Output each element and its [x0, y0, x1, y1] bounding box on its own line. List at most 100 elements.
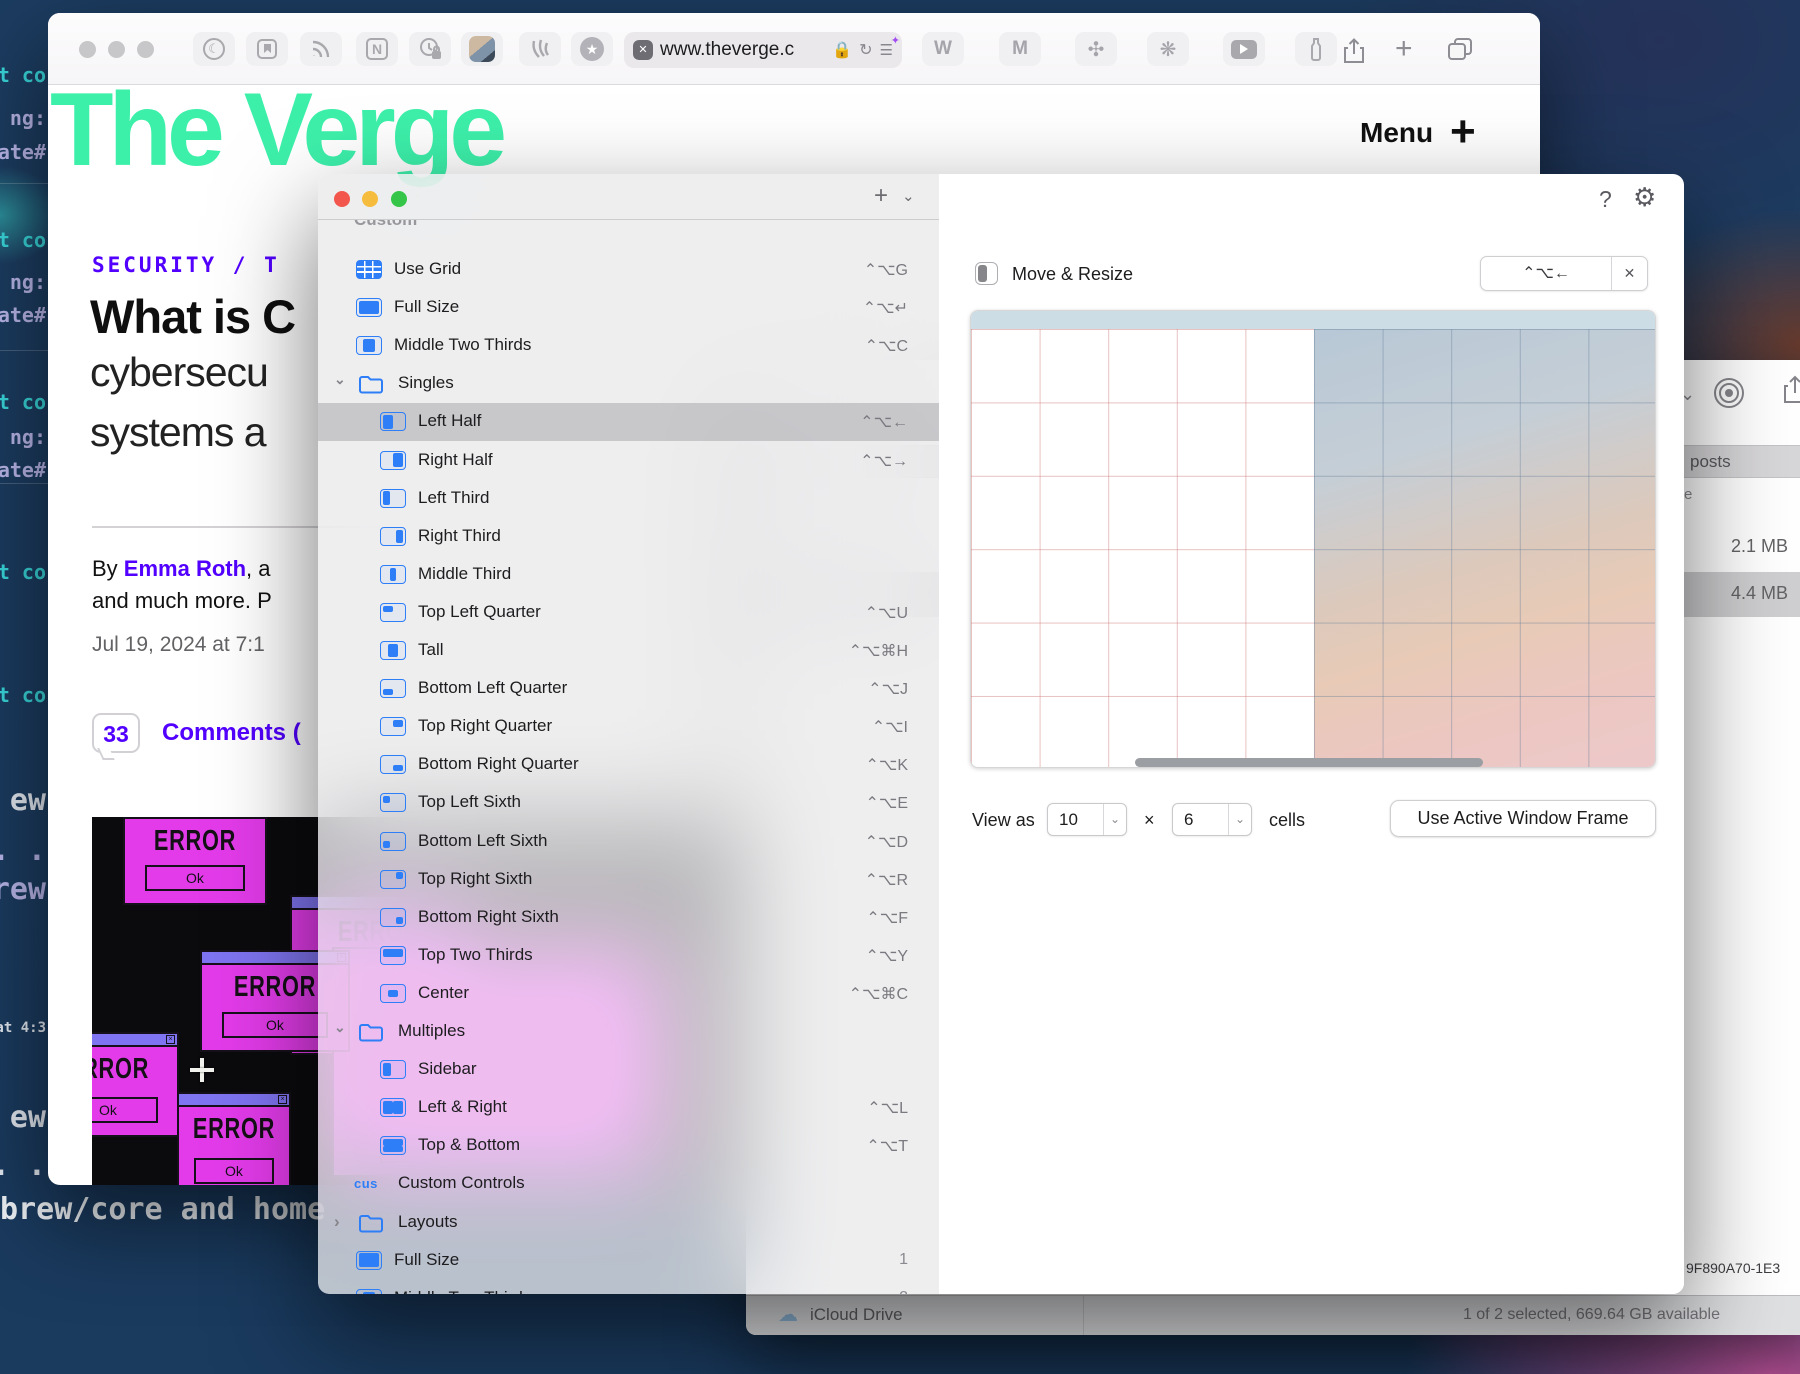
- zoom-window-button[interactable]: [391, 191, 407, 207]
- layout-row-full-size[interactable]: Full Size1: [318, 1242, 939, 1280]
- layout-row-middle-two-thirds[interactable]: Middle Two Thirds⌃⌥C: [318, 327, 939, 365]
- layout-row-top-right-sixth[interactable]: Top Right Sixth⌃⌥R: [318, 861, 939, 899]
- bookmark-extension-button[interactable]: [246, 32, 288, 66]
- layout-row-multiples[interactable]: ⌄Multiples: [318, 1013, 939, 1051]
- new-tab-icon[interactable]: +: [1395, 37, 1413, 63]
- full-zone-icon: [356, 298, 382, 317]
- author-link[interactable]: Emma Roth: [124, 556, 246, 581]
- layout-row-custom-controls[interactable]: cusCustom Controls: [318, 1165, 939, 1203]
- preview-left-half-zone[interactable]: [971, 329, 1314, 768]
- reader-icon[interactable]: ☰✦: [880, 41, 893, 59]
- moon-extension-button[interactable]: ☾: [193, 32, 235, 66]
- layout-row-tall[interactable]: Tall⌃⌥⌘H: [318, 632, 939, 670]
- minimize-window-button[interactable]: [108, 41, 125, 58]
- chevron-down-icon[interactable]: ⌄: [334, 1019, 346, 1036]
- layout-row-bottom-left-quarter[interactable]: Bottom Left Quarter⌃⌥J: [318, 670, 939, 708]
- avatar[interactable]: [461, 32, 503, 66]
- shortcut-label: ⌃⌥↵: [863, 298, 908, 318]
- layout-row-bottom-right-sixth[interactable]: Bottom Right Sixth⌃⌥F: [318, 899, 939, 937]
- bottle-extension-button[interactable]: [1295, 32, 1337, 66]
- layout-row-middle-two-thirds[interactable]: Middle Two Thirds2: [318, 1280, 939, 1294]
- layout-row-layouts[interactable]: ›Layouts: [318, 1204, 939, 1242]
- privacy-lock-extension-button[interactable]: [409, 32, 451, 66]
- cus-icon: cus: [354, 1176, 378, 1191]
- chevron-down-icon[interactable]: ⌄: [902, 187, 915, 205]
- star-extension-button[interactable]: ★: [571, 32, 613, 66]
- dialog-title: ERROR: [143, 825, 248, 858]
- layout-row-top-bottom[interactable]: Top & Bottom⌃⌥T: [318, 1127, 939, 1165]
- clear-shortcut-button[interactable]: ✕: [1611, 257, 1647, 290]
- chevron-right-icon[interactable]: ›: [334, 1212, 340, 1232]
- letter-m-extension-button[interactable]: M: [999, 32, 1041, 66]
- use-active-window-frame-button[interactable]: Use Active Window Frame: [1390, 800, 1656, 837]
- star-icon: ★: [580, 37, 604, 61]
- layout-row-sidebar[interactable]: Sidebar: [318, 1051, 939, 1089]
- site-badge-icon: ✕: [633, 40, 653, 60]
- chevron-down-icon[interactable]: ⌄: [334, 371, 346, 388]
- terminal-text-fragment: t co: [0, 560, 46, 584]
- reload-icon[interactable]: ↻: [859, 40, 872, 60]
- verge-logo[interactable]: The Verge: [50, 71, 502, 190]
- menu-plus-icon[interactable]: +: [1450, 107, 1476, 157]
- terminal-text-fragment: ng:: [10, 425, 46, 449]
- layout-row-top-left-sixth[interactable]: Top Left Sixth⌃⌥E: [318, 784, 939, 822]
- menu-button[interactable]: Menu: [1360, 117, 1433, 149]
- left-third-zone-icon: [380, 489, 406, 508]
- columns-select[interactable]: 10 ⌄: [1047, 803, 1127, 836]
- layout-row-bottom-left-sixth[interactable]: Bottom Left Sixth⌃⌥D: [318, 823, 939, 861]
- add-layout-button[interactable]: +: [874, 182, 888, 210]
- move-resize-checkbox[interactable]: [975, 262, 998, 285]
- layout-row-left-right[interactable]: Left & Right⌃⌥L: [318, 1089, 939, 1127]
- popup-titlebar[interactable]: + ⌄: [318, 174, 939, 219]
- preview-wallpaper-zone[interactable]: [1314, 329, 1656, 768]
- layout-row-right-half[interactable]: Right Half⌃⌥→: [318, 442, 939, 480]
- airdrop-icon[interactable]: [1712, 376, 1746, 415]
- layout-row-top-right-quarter[interactable]: Top Right Quarter⌃⌥I: [318, 708, 939, 746]
- layout-row-middle-third[interactable]: Middle Third: [318, 556, 939, 594]
- view-as-label: View as: [972, 810, 1035, 831]
- grid-preview[interactable]: [970, 310, 1656, 768]
- layout-row-top-two-thirds[interactable]: Top Two Thirds⌃⌥Y: [318, 937, 939, 975]
- comments-link[interactable]: Comments (: [162, 719, 301, 747]
- layout-row-use-grid[interactable]: Use Grid⌃⌥G: [318, 251, 939, 289]
- floral-extension-button[interactable]: ❋: [1147, 32, 1189, 66]
- grid-icon: [356, 260, 382, 279]
- comments-bubble-icon[interactable]: 33: [92, 713, 140, 753]
- shortcut-field[interactable]: ⌃⌥← ✕: [1480, 256, 1648, 291]
- shortcut-value[interactable]: ⌃⌥←: [1481, 257, 1611, 290]
- share-icon[interactable]: [1782, 375, 1800, 410]
- close-window-button[interactable]: [79, 41, 96, 58]
- shortcut-label: ⌃⌥I: [872, 717, 908, 737]
- wikipedia-extension-button[interactable]: W: [922, 32, 964, 66]
- layout-row-top-left-quarter[interactable]: Top Left Quarter⌃⌥U: [318, 594, 939, 632]
- layout-row-left-third[interactable]: Left Third: [318, 480, 939, 518]
- tab-overview-icon[interactable]: [1447, 37, 1473, 66]
- terminal-text-fragment: ew: [10, 1100, 46, 1135]
- help-button[interactable]: ?: [1599, 186, 1612, 213]
- zoom-window-button[interactable]: [137, 41, 154, 58]
- rows-select[interactable]: 6 ⌄: [1172, 803, 1252, 836]
- layout-row-center[interactable]: Center⌃⌥⌘C: [318, 975, 939, 1013]
- status-location[interactable]: iCloud Drive: [810, 1305, 903, 1325]
- layout-row-right-third[interactable]: Right Third: [318, 518, 939, 556]
- article-category[interactable]: SECURITY / T: [92, 253, 280, 277]
- layout-row-singles[interactable]: ⌄Singles: [318, 365, 939, 403]
- youtube-extension-button[interactable]: [1223, 32, 1265, 66]
- terminal-text-fragment: ate#: [0, 458, 46, 482]
- byline-line2: and much more. P: [92, 588, 272, 614]
- rss-extension-button[interactable]: [300, 32, 342, 66]
- claw-extension-button[interactable]: [519, 32, 561, 66]
- notion-extension-button[interactable]: N: [356, 32, 398, 66]
- layout-row-full-size[interactable]: Full Size⌃⌥↵: [318, 289, 939, 327]
- layout-row-bottom-right-quarter[interactable]: Bottom Right Quarter⌃⌥K: [318, 746, 939, 784]
- pinwheel-extension-button[interactable]: ✣: [1075, 32, 1117, 66]
- address-bar[interactable]: ✕ www.theverge.c 🔒 ↻ ☰✦: [624, 32, 902, 68]
- layout-label: Bottom Left Sixth: [418, 831, 547, 851]
- gear-icon[interactable]: ⚙: [1633, 182, 1656, 213]
- layout-row-left-half[interactable]: Left Half⌃⌥←: [318, 403, 939, 441]
- layout-label: Bottom Right Quarter: [418, 754, 579, 774]
- share-icon[interactable]: [1342, 37, 1366, 70]
- url-text[interactable]: www.theverge.c: [660, 39, 825, 61]
- minimize-window-button[interactable]: [362, 191, 378, 207]
- close-window-button[interactable]: [334, 191, 350, 207]
